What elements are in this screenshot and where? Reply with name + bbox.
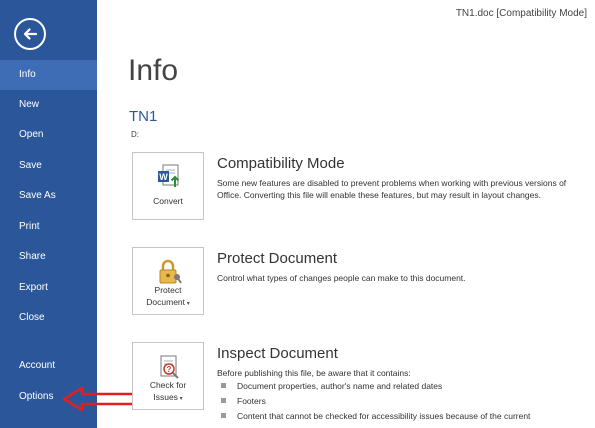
svg-text:?: ? (167, 365, 172, 374)
inspect-bullet-item: Document properties, author's name and r… (221, 381, 442, 391)
lock-key-icon (159, 259, 182, 284)
window-title: TN1.doc [Compatibility Mode] (455, 8, 587, 19)
sidebar-item-new[interactable]: New (0, 90, 97, 120)
svg-text:W: W (159, 172, 168, 182)
sidebar-item-export[interactable]: Export (0, 273, 97, 303)
back-button[interactable] (14, 18, 46, 50)
protect-document-label-2: Document (146, 297, 186, 307)
inspect-bullet-item: Content that cannot be checked for acces… (221, 411, 530, 421)
inspect-bullet-text: Content that cannot be checked for acces… (237, 411, 531, 421)
sidebar-item-save-as[interactable]: Save As (0, 181, 97, 211)
bullet-square-icon (221, 383, 226, 388)
inspect-document-icon: ? (160, 355, 179, 379)
compatibility-mode-description: Some new features are disabled to preven… (217, 178, 567, 200)
dropdown-caret-icon: ▾ (177, 396, 183, 402)
sidebar-item-save[interactable]: Save (0, 151, 97, 181)
dropdown-caret-icon: ▾ (185, 301, 190, 307)
compatibility-mode-title: Compatibility Mode (217, 155, 345, 172)
sidebar-item-print[interactable]: Print (0, 212, 97, 242)
check-for-issues-label-2: Issues (153, 392, 178, 402)
word-convert-icon: W (158, 164, 180, 187)
inspect-bullet-text: Footers (237, 396, 266, 406)
convert-button-label: Convert (153, 196, 183, 206)
convert-button[interactable]: W Convert (132, 152, 204, 220)
inspect-bullet-text: Document properties, author's name and r… (237, 381, 443, 391)
protect-document-description: Control what types of changes people can… (217, 273, 466, 283)
back-arrow-icon (23, 28, 38, 40)
inspect-bullet-item: Footers (221, 396, 266, 406)
inspect-document-description: Before publishing this file, be aware th… (217, 368, 411, 378)
page-title: Info (128, 54, 179, 87)
protect-document-title: Protect Document (217, 250, 338, 267)
protect-document-label-row: Document ▾ (133, 297, 203, 310)
check-for-issues-button[interactable]: ? Check for Issues ▾ (132, 342, 204, 410)
document-path: D: (131, 130, 139, 139)
sidebar-item-share[interactable]: Share (0, 242, 97, 272)
check-for-issues-label-row: Issues ▾ (133, 392, 203, 405)
bullet-square-icon (221, 398, 226, 403)
sidebar-item-info[interactable]: Info (0, 60, 97, 90)
sidebar-item-open[interactable]: Open (0, 120, 97, 150)
annotation-arrow-icon (62, 386, 141, 412)
inspect-document-title: Inspect Document (217, 345, 338, 362)
protect-document-label-1: Protect (154, 285, 182, 295)
document-name: TN1 (129, 108, 158, 125)
check-for-issues-label-1: Check for (149, 380, 187, 390)
backstage-sidebar: Info New Open Save Save As Print Share E… (0, 0, 97, 428)
protect-document-button[interactable]: Protect Document ▾ (132, 247, 204, 315)
bullet-square-icon (221, 413, 226, 418)
sidebar-item-close[interactable]: Close (0, 303, 97, 333)
sidebar-item-account[interactable]: Account (0, 351, 97, 381)
